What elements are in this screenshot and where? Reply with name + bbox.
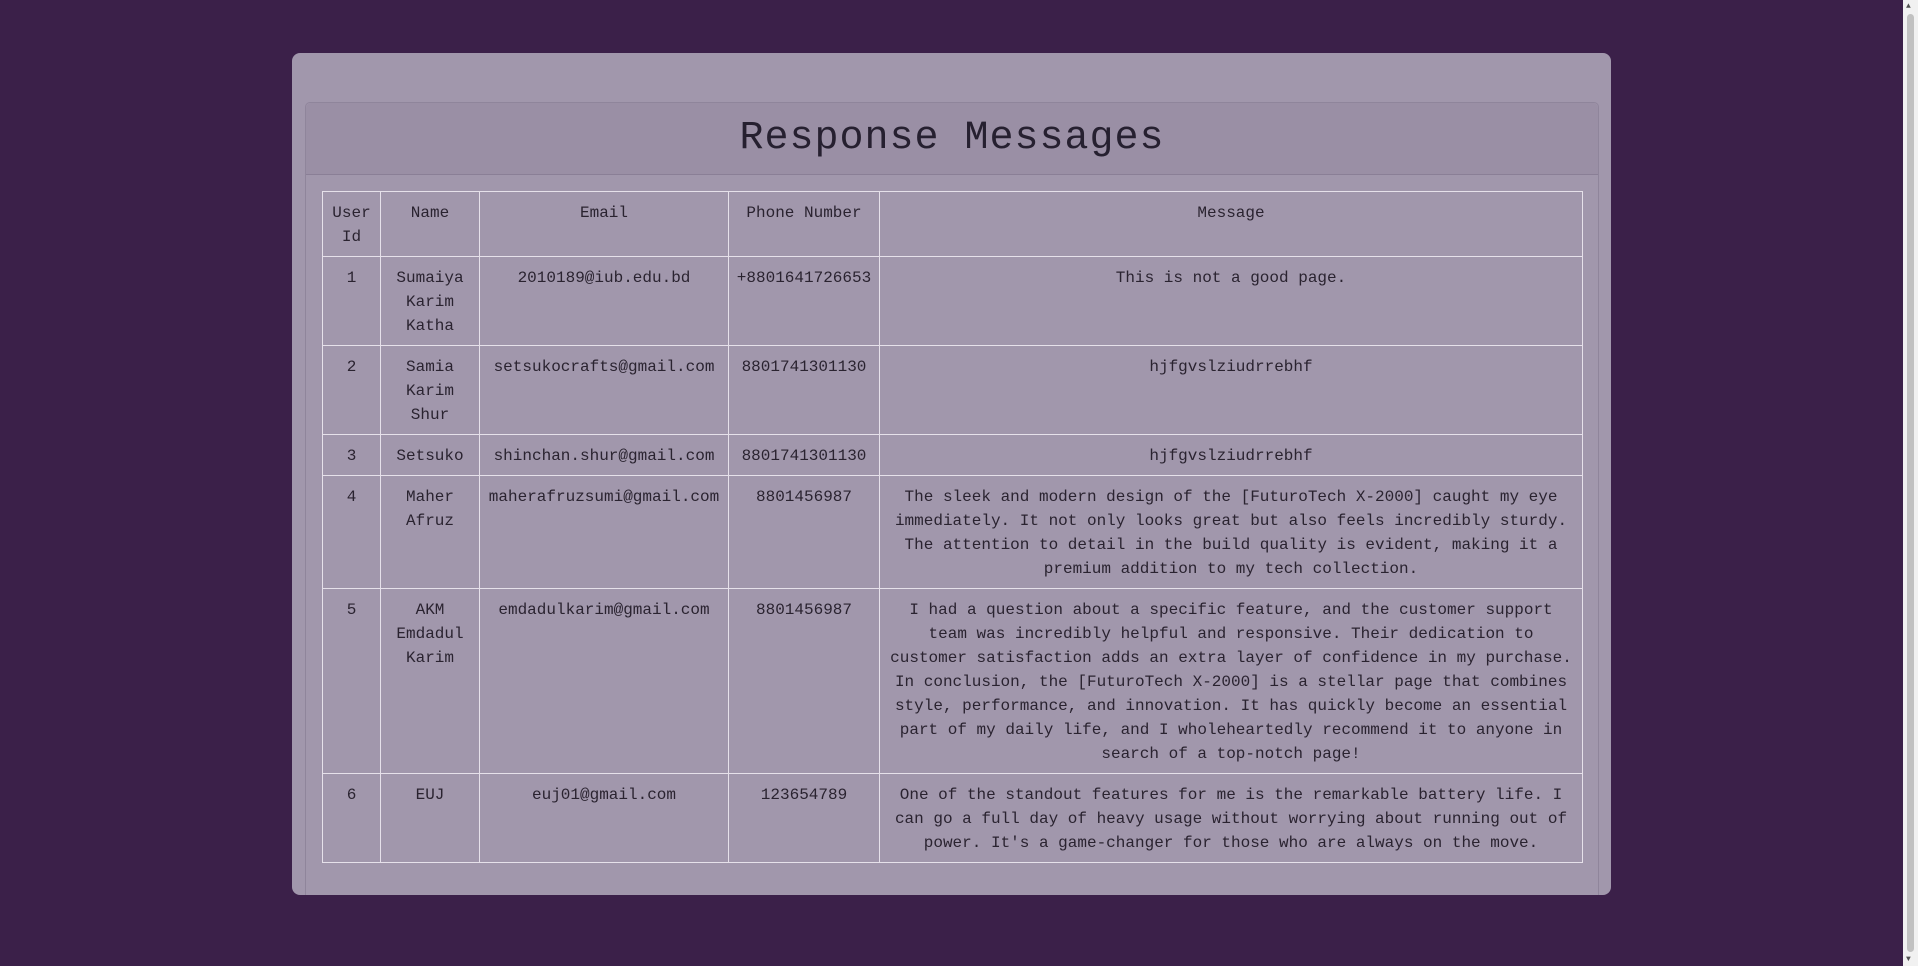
cell-message: This is not a good page.	[879, 256, 1583, 346]
table-row: 2 Samia Karim Shur setsukocrafts@gmail.com…	[322, 345, 1583, 435]
table-row: 5 AKM Emdadul Karim emdadulkarim@gmail.com…	[322, 588, 1583, 774]
cell-id: 1	[322, 256, 381, 346]
cell-name: EUJ	[380, 773, 480, 863]
table-header-row: User Id Name Email Phone Number Message	[322, 191, 1583, 257]
table-row: 6 EUJ euj01@gmail.com 123654789 One of the s…	[322, 773, 1583, 863]
cell-email: shinchan.shur@gmail.com	[479, 434, 729, 476]
cell-message: I had a question about a specific featur…	[879, 588, 1583, 774]
cell-phone: 8801456987	[728, 588, 880, 774]
cell-email: setsukocrafts@gmail.com	[479, 345, 729, 435]
cell-phone: 8801741301130	[728, 434, 880, 476]
page-title: Response Messages	[739, 116, 1165, 161]
cell-email: euj01@gmail.com	[479, 773, 729, 863]
cell-id: 3	[322, 434, 381, 476]
cell-message: hjfgvslziudrrebhf	[879, 345, 1583, 435]
table-row: 3 Setsuko shinchan.shur@gmail.com 880174130…	[322, 434, 1583, 476]
header-message: Message	[879, 191, 1583, 257]
scroll-up-icon[interactable]: ▲	[1906, 2, 1911, 11]
page-scrollbar[interactable]: ▲ ▼	[1903, 0, 1918, 966]
table-row: 4 Maher Afruz maherafruzsumi@gmail.com 8801…	[322, 475, 1583, 589]
messages-table: User Id Name Email Phone Number Message …	[322, 191, 1583, 863]
panel-header: Response Messages	[306, 103, 1598, 175]
header-email: Email	[479, 191, 729, 257]
cell-name: Sumaiya Karim Katha	[380, 256, 480, 346]
response-card: Response Messages User Id Name Email Pho…	[292, 53, 1611, 895]
cell-email: 2010189@iub.edu.bd	[479, 256, 729, 346]
cell-name: Maher Afruz	[380, 475, 480, 589]
cell-phone: 123654789	[728, 773, 880, 863]
table-row: 1 Sumaiya Karim Katha 2010189@iub.edu.bd +8…	[322, 256, 1583, 346]
scrollbar-thumb[interactable]	[1907, 14, 1914, 952]
cell-message: One of the standout features for me is t…	[879, 773, 1583, 863]
cell-id: 6	[322, 773, 381, 863]
cell-name: Samia Karim Shur	[380, 345, 480, 435]
cell-phone: +8801641726653	[728, 256, 880, 346]
cell-email: maherafruzsumi@gmail.com	[479, 475, 729, 589]
header-user-id: User Id	[322, 191, 381, 257]
scroll-down-icon[interactable]: ▼	[1906, 955, 1911, 964]
cell-phone: 8801741301130	[728, 345, 880, 435]
cell-message: hjfgvslziudrrebhf	[879, 434, 1583, 476]
cell-id: 4	[322, 475, 381, 589]
cell-id: 2	[322, 345, 381, 435]
header-phone: Phone Number	[728, 191, 880, 257]
cell-name: AKM Emdadul Karim	[380, 588, 480, 774]
cell-email: emdadulkarim@gmail.com	[479, 588, 729, 774]
cell-name: Setsuko	[380, 434, 480, 476]
cell-phone: 8801456987	[728, 475, 880, 589]
cell-message: The sleek and modern design of the [Futu…	[879, 475, 1583, 589]
header-name: Name	[380, 191, 480, 257]
cell-id: 5	[322, 588, 381, 774]
response-panel: Response Messages User Id Name Email Pho…	[305, 102, 1599, 895]
